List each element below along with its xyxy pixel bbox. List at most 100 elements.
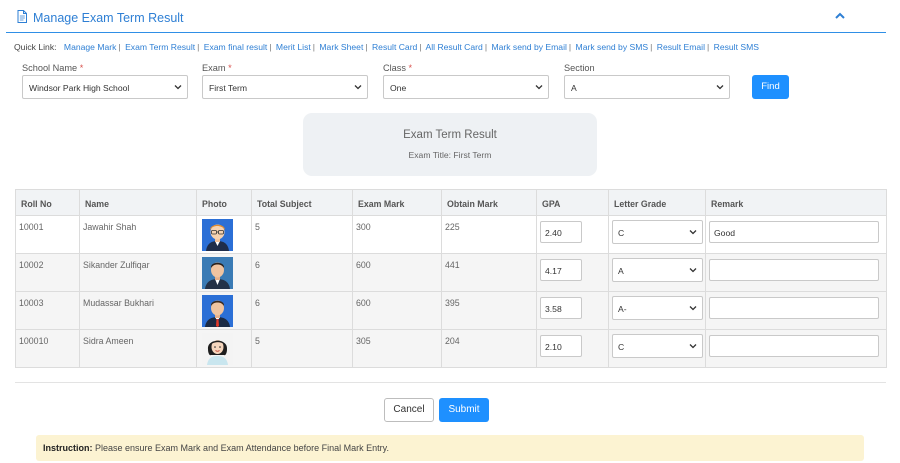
column-header-exam-mark: Exam Mark [352,189,442,216]
remark-input[interactable] [709,297,879,319]
quick-link-merit-list[interactable]: Merit List [276,42,311,52]
gpa-input[interactable]: 2.10 [540,335,582,357]
quick-link-result-sms[interactable]: Result SMS [714,42,759,52]
column-header-gpa: GPA [536,189,609,216]
remark-cell [705,329,887,368]
chevron-down-icon [716,85,724,90]
letter-grade-select[interactable]: A [612,258,703,282]
exam-mark-cell: 300 [352,215,442,254]
column-header-name: Name [79,189,197,216]
school-name-select[interactable]: Windsor Park High School [22,75,188,99]
quick-link-exam-final-result[interactable]: Exam final result [204,42,268,52]
total-subject-cell: 5 [251,215,353,254]
class-label: Class * [383,63,413,73]
chevron-up-icon[interactable] [834,11,846,21]
table-row: 10001 Jawahir Shah 5 300 225 2.40 C Good [15,215,887,254]
chevron-down-icon [689,306,697,311]
remark-input[interactable] [709,259,879,281]
instruction-text: Please ensure Exam Mark and Exam Attenda… [95,443,389,453]
remark-cell: Good [705,215,887,254]
exam-mark-cell: 600 [352,291,442,330]
quick-links: Quick Link: Manage Mark | Exam Term Resul… [14,42,759,52]
student-avatar [202,257,233,289]
quick-link-mark-send-by-email[interactable]: Mark send by Email [491,42,566,52]
chevron-down-icon [535,85,543,90]
submit-button[interactable]: Submit [439,398,489,422]
student-avatar [202,219,233,251]
photo-cell [196,215,252,254]
letter-grade-select[interactable]: A- [612,296,703,320]
student-avatar [202,295,233,327]
quick-link-manage-mark[interactable]: Manage Mark [64,42,117,52]
result-summary-box: Exam Term Result Exam Title: First Term [303,113,597,176]
panel-header: Manage Exam Term Result [6,2,886,33]
result-box-subtitle: Exam Title: First Term [408,150,492,160]
obtain-mark-cell: 395 [441,291,537,330]
result-table: Roll No Name Photo Total Subject Exam Ma… [15,189,887,368]
quick-link-mark-sheet[interactable]: Mark Sheet [319,42,363,52]
obtain-mark-cell: 204 [441,329,537,368]
chevron-down-icon [689,268,697,273]
obtain-mark-cell: 441 [441,253,537,292]
remark-cell [705,253,887,292]
column-header-obtain-mark: Obtain Mark [441,189,537,216]
letter-grade-select[interactable]: C [612,220,703,244]
name-cell: Sikander Zulfiqar [79,253,197,292]
photo-cell [196,253,252,292]
column-header-letter-grade: Letter Grade [608,189,706,216]
section-select[interactable]: A [564,75,730,99]
result-box-title: Exam Term Result [403,129,497,141]
section-label: Section [564,63,595,73]
instruction-notice: Instruction: Please ensure Exam Mark and… [36,435,864,461]
column-header-remark: Remark [705,189,887,216]
quick-links-label: Quick Link: [14,42,57,52]
manage-exam-term-result-panel: Manage Exam Term Result Quick Link: Mana… [6,2,887,462]
chevron-down-icon [174,85,182,90]
quick-link-result-email[interactable]: Result Email [657,42,705,52]
chevron-down-icon [689,230,697,235]
quick-link-exam-term-result[interactable]: Exam Term Result [125,42,195,52]
gpa-input[interactable]: 4.17 [540,259,582,281]
letter-grade-select[interactable]: C [612,334,703,358]
cancel-button[interactable]: Cancel [384,398,434,422]
gpa-cell: 2.10 [536,329,609,368]
gpa-cell: 4.17 [536,253,609,292]
total-subject-cell: 6 [251,253,353,292]
divider [15,382,886,383]
table-row: 10002 Sikander Zulfiqar 6 600 441 4.17 A [15,253,887,292]
table-header-row: Roll No Name Photo Total Subject Exam Ma… [15,189,887,216]
gpa-input[interactable]: 3.58 [540,297,582,319]
remark-input[interactable] [709,335,879,357]
page-title: Manage Exam Term Result [33,11,184,25]
chevron-down-icon [354,85,362,90]
roll-no-cell: 100010 [15,329,80,368]
photo-cell [196,329,252,368]
column-header-roll-no: Roll No [15,189,80,216]
remark-input[interactable]: Good [709,221,879,243]
name-cell: Sidra Ameen [79,329,197,368]
exam-mark-cell: 600 [352,253,442,292]
letter-grade-cell: C [608,215,706,254]
letter-grade-cell: A- [608,291,706,330]
gpa-cell: 2.40 [536,215,609,254]
table-row: 10003 Mudassar Bukhari 6 600 395 3.58 A- [15,291,887,330]
find-button[interactable]: Find [752,75,789,99]
letter-grade-cell: C [608,329,706,368]
quick-link-result-card[interactable]: Result Card [372,42,417,52]
obtain-mark-cell: 225 [441,215,537,254]
quick-link-mark-send-by-sms[interactable]: Mark send by SMS [576,42,649,52]
column-header-photo: Photo [196,189,252,216]
total-subject-cell: 5 [251,329,353,368]
exam-select[interactable]: First Term [202,75,368,99]
class-select[interactable]: One [383,75,549,99]
photo-cell [196,291,252,330]
student-avatar [202,333,233,365]
instruction-label: Instruction: [43,443,93,453]
chevron-down-icon [689,344,697,349]
school-name-label: School Name * [22,63,84,73]
gpa-input[interactable]: 2.40 [540,221,582,243]
quick-link-all-result-card[interactable]: All Result Card [426,42,483,52]
gpa-cell: 3.58 [536,291,609,330]
exam-mark-cell: 305 [352,329,442,368]
total-subject-cell: 6 [251,291,353,330]
